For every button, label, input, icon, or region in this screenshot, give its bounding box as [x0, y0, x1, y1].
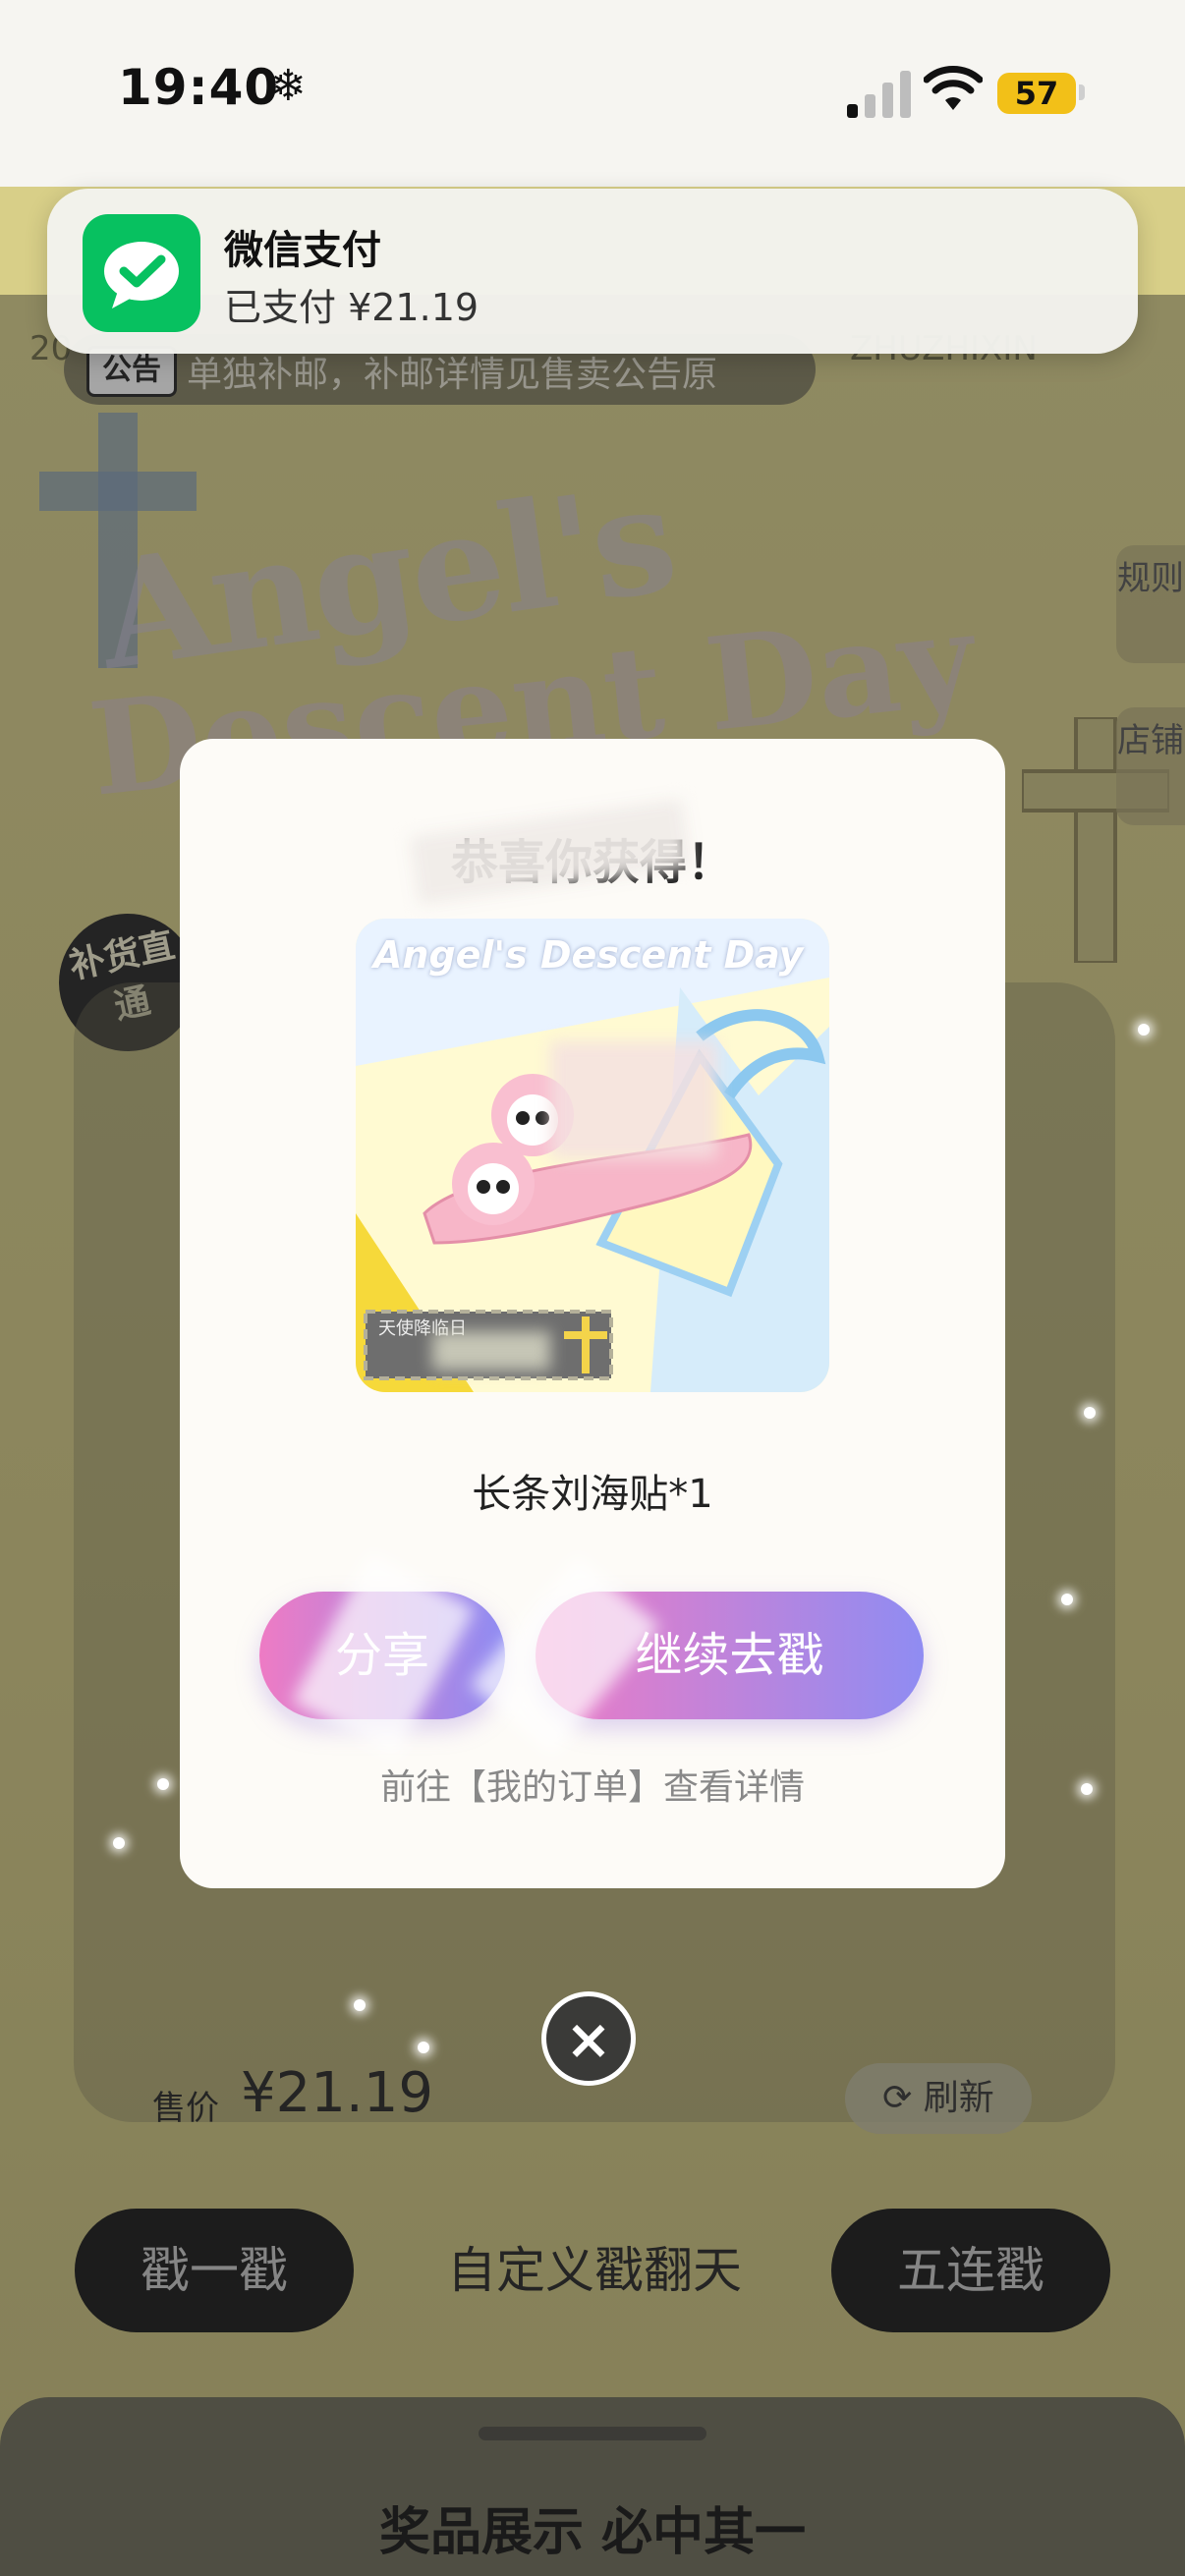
sparkle [1061, 1594, 1073, 1605]
cellular-signal-icon [847, 71, 911, 118]
blur-mask [550, 1041, 717, 1159]
notification-banner[interactable] [47, 189, 1138, 354]
status-time: 19:40 [118, 59, 280, 116]
close-modal-button[interactable]: × [541, 1991, 636, 2086]
wechat-pay-icon [83, 214, 200, 332]
sparkle [1081, 1783, 1093, 1795]
notification-body: 已支付 ¥21.19 [224, 286, 480, 329]
battery-tip [1079, 84, 1085, 100]
wechat-pay-glyph [104, 242, 179, 308]
battery-indicator: 57 [997, 73, 1076, 114]
sparkle [418, 2042, 429, 2053]
sparkle [157, 1778, 169, 1790]
sparkle [113, 1837, 125, 1849]
wifi-icon [924, 66, 983, 110]
snowflake-icon: ❄ [270, 61, 307, 111]
prize-name: 长条刘海贴*1 [472, 1472, 713, 1517]
notification-title: 微信支付 [224, 228, 381, 273]
sparkle [1138, 1024, 1150, 1036]
blur-mask [432, 1331, 550, 1371]
my-orders-link[interactable]: 前往【我的订单】查看详情 [180, 1759, 1005, 1810]
sparkle [354, 1999, 366, 2011]
sparkle [1084, 1407, 1096, 1419]
prize-image-logo: Angel's Descent Day [373, 933, 804, 977]
